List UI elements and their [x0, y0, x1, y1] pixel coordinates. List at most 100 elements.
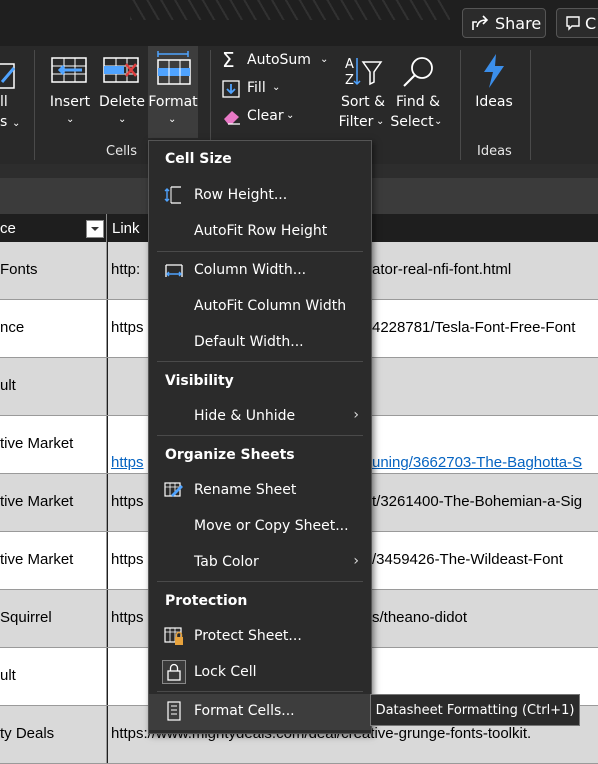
sigma-icon: Σ — [222, 48, 235, 72]
menu-item-hide-unhide[interactable]: Hide & Unhide › — [149, 399, 371, 435]
row-height-icon — [163, 184, 185, 206]
comment-icon — [565, 15, 581, 31]
cell-text-visible-tail: /3459426-The-Wildeast-Font — [372, 551, 563, 568]
menu-item-label: Tab Color — [194, 554, 259, 570]
chevron-down-icon: ⌄ — [272, 82, 281, 93]
menu-item-tab-color[interactable]: Tab Color › — [149, 545, 371, 581]
fill-down-icon — [222, 80, 240, 102]
ribbon-separator — [34, 50, 35, 160]
menu-item-autofit-row-height[interactable]: AutoFit Row Height — [149, 214, 371, 250]
menu-divider — [157, 251, 363, 252]
menu-divider — [157, 581, 363, 582]
menu-item-lock-cell[interactable]: Lock Cell — [149, 655, 371, 691]
chevron-right-icon: › — [353, 407, 359, 423]
share-button[interactable]: Share — [462, 8, 546, 38]
ideas-button[interactable]: Ideas — [470, 50, 518, 134]
clear-button[interactable]: Clear ⌄ — [222, 106, 302, 130]
menu-item-label: Column Width... — [194, 262, 307, 278]
menu-item-move-copy-sheet[interactable]: Move or Copy Sheet... — [149, 509, 371, 545]
menu-section-protection: Protection — [165, 593, 248, 609]
table-cell-a[interactable]: tive Market — [0, 474, 107, 531]
table-cell-a[interactable]: ty Deals — [0, 706, 107, 763]
column-width-icon — [163, 259, 185, 281]
share-icon — [471, 13, 491, 33]
lock-icon — [162, 660, 186, 684]
cell-text: tive Market — [0, 493, 74, 510]
cell-text: ty Deals — [0, 725, 55, 742]
format-dropdown-menu: Cell Size Row Height... AutoFit Row Heig… — [148, 140, 372, 734]
menu-item-rename-sheet[interactable]: Rename Sheet — [149, 473, 371, 509]
column-header-a-label: ce — [0, 220, 16, 237]
cell-text-visible-tail: 4228781/Tesla-Font-Free-Font — [372, 319, 576, 336]
menu-item-label: AutoFit Row Height — [194, 223, 328, 239]
find-select-button[interactable]: Find & Select ⌄ — [390, 50, 446, 134]
column-header-b-label[interactable]: Link — [112, 220, 140, 237]
menu-item-label: Hide & Unhide — [194, 408, 296, 424]
cell-text: https — [111, 609, 144, 626]
ideas-group-label: Ideas — [477, 144, 512, 159]
table-cell-a[interactable]: ult — [0, 358, 107, 415]
cell-text: https — [111, 551, 144, 568]
table-cell-a[interactable]: tive Market — [0, 416, 107, 473]
delete-button[interactable]: Delete ⌄ — [96, 50, 148, 134]
menu-item-autofit-column-width[interactable]: AutoFit Column Width — [149, 289, 371, 325]
menu-item-label: AutoFit Column Width — [194, 298, 347, 314]
tooltip: Datasheet Formatting (Ctrl+1) — [370, 694, 580, 726]
menu-item-column-width[interactable]: Column Width... — [149, 253, 371, 289]
cell-text-visible-tail: ator-real-nfi-font.html — [372, 261, 512, 278]
chevron-down-icon: ⌄ — [434, 116, 443, 127]
column-header-a[interactable]: ce — [0, 214, 107, 242]
menu-item-label: Move or Copy Sheet... — [194, 518, 349, 534]
menu-item-protect-sheet[interactable]: Protect Sheet... — [149, 619, 371, 655]
ideas-label: Ideas — [475, 94, 513, 110]
menu-item-format-cells[interactable]: Format Cells... — [149, 694, 371, 730]
comments-button[interactable]: C — [556, 8, 598, 38]
sort-filter-button[interactable]: AZ Sort & Filter ⌄ — [336, 50, 390, 134]
partial-left-label-top: ll — [0, 94, 8, 110]
cell-text: tive Market — [0, 551, 74, 568]
chevron-down-icon: ⌄ — [66, 114, 75, 125]
partial-left-icon — [0, 54, 22, 98]
chevron-down-icon: ⌄ — [320, 54, 329, 65]
title-bar: Share C — [0, 0, 598, 46]
insert-cells-icon — [50, 54, 90, 90]
insert-button[interactable]: Insert ⌄ — [44, 50, 96, 134]
insert-label: Insert — [49, 94, 91, 110]
partial-left-label-bottom: s — [0, 114, 8, 130]
clear-label: Clear — [247, 108, 284, 124]
menu-item-row-height[interactable]: Row Height... — [149, 178, 371, 214]
menu-divider — [157, 691, 363, 692]
sort-label-1: Sort & — [340, 94, 386, 110]
cell-text: https — [111, 454, 144, 471]
menu-item-default-width[interactable]: Default Width... — [149, 325, 371, 361]
chevron-down-icon: ⌄ — [376, 116, 385, 127]
format-cells-icon — [163, 700, 185, 722]
comments-label: C — [585, 13, 597, 33]
eraser-icon — [222, 108, 242, 130]
menu-item-label: Row Height... — [194, 187, 288, 203]
table-cell-a[interactable]: nce — [0, 300, 107, 357]
title-bar-pattern — [130, 0, 450, 20]
cell-text: ult — [0, 667, 16, 684]
table-cell-a[interactable]: Squirrel — [0, 590, 107, 647]
cells-group-label: Cells — [106, 144, 138, 159]
fill-button[interactable]: Fill ⌄ — [222, 78, 292, 102]
chevron-down-icon: ⌄ — [12, 118, 21, 129]
search-icon — [398, 54, 438, 92]
protect-sheet-icon — [163, 625, 185, 647]
share-label: Share — [495, 13, 542, 33]
cell-text: Fonts — [0, 261, 38, 278]
autosum-button[interactable]: Σ AutoSum ⌄ — [222, 48, 332, 74]
rename-sheet-icon — [163, 479, 185, 501]
lightning-icon — [478, 52, 510, 94]
table-cell-a[interactable]: Fonts — [0, 242, 107, 299]
sort-filter-icon: AZ — [343, 54, 383, 92]
table-cell-a[interactable]: ult — [0, 648, 107, 705]
filter-dropdown-button[interactable] — [86, 220, 104, 238]
sort-label-2: Filter — [338, 114, 374, 130]
cell-text-visible-tail: uning/3662703-The-Baghotta-S — [372, 454, 583, 471]
menu-section-visibility: Visibility — [165, 373, 234, 389]
table-cell-a[interactable]: tive Market — [0, 532, 107, 589]
format-button[interactable]: Format ⌄ — [148, 46, 198, 138]
ribbon-separator — [460, 50, 461, 160]
